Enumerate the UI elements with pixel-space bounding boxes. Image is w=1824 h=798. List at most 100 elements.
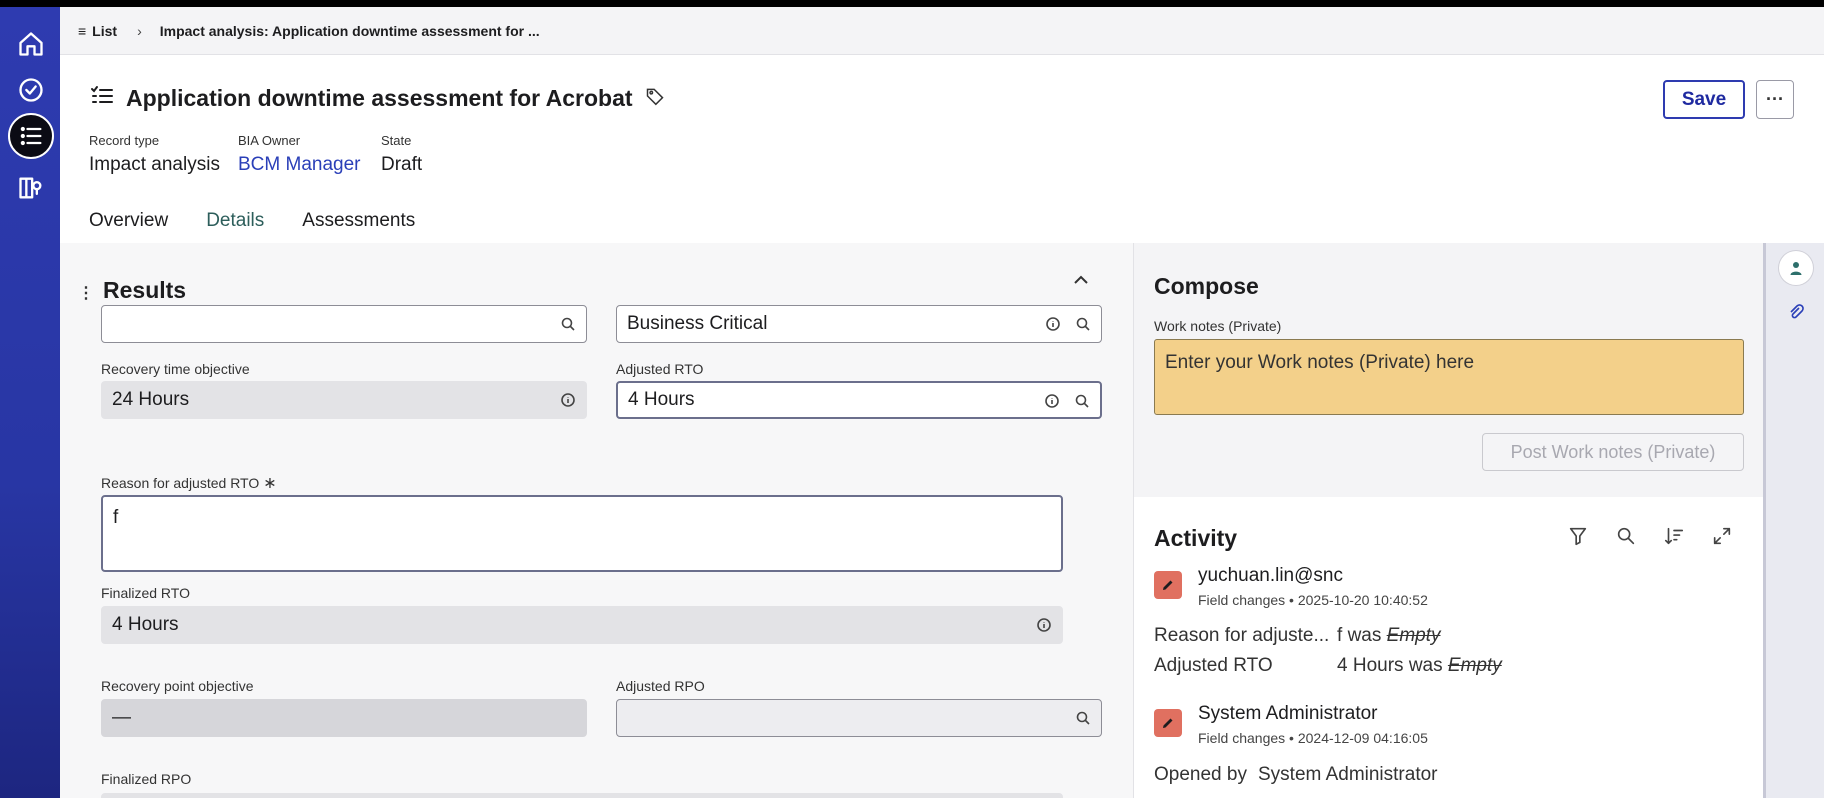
rpo-field: — xyxy=(101,699,587,737)
state-meta: State Draft xyxy=(381,133,422,176)
user-icon[interactable] xyxy=(1779,251,1813,285)
check-circle-icon[interactable] xyxy=(8,67,54,113)
bia-owner-label: BIA Owner xyxy=(238,133,301,148)
change-value: 4 Hours was Empty xyxy=(1337,655,1502,677)
edit-pencil-icon xyxy=(1154,709,1182,737)
change-old-value: Empty xyxy=(1447,655,1502,676)
tab-overview[interactable]: Overview xyxy=(70,200,187,247)
adjusted-rpo-label: Adjusted RPO xyxy=(616,678,705,694)
rpo-label: Recovery point objective xyxy=(101,678,254,694)
change-was-word: was xyxy=(1347,625,1382,646)
app-frame: ≡ List › Impact analysis: Application do… xyxy=(0,7,1824,798)
chevron-up-icon[interactable] xyxy=(1072,273,1090,292)
activity-toolbar xyxy=(1567,525,1733,552)
change-was-word: was xyxy=(1408,655,1443,676)
bia-owner-link[interactable]: BCM Manager xyxy=(238,154,361,176)
sort-icon[interactable] xyxy=(1663,525,1685,552)
change-old-value: Empty xyxy=(1386,625,1441,646)
work-notes-textarea[interactable]: Enter your Work notes (Private) here xyxy=(1154,339,1744,415)
filter-icon[interactable] xyxy=(1567,525,1589,552)
search-icon[interactable] xyxy=(1074,393,1090,409)
record-type-label: Record type xyxy=(89,133,160,148)
home-icon[interactable] xyxy=(8,21,54,67)
activity-section: Activity yuchuan.lin@snc Field changes •… xyxy=(1134,497,1764,798)
finalized-rpo-label: Finalized RPO xyxy=(101,771,192,787)
info-icon[interactable] xyxy=(1045,316,1061,332)
expand-icon[interactable] xyxy=(1711,525,1733,552)
rto-label: Recovery time objective xyxy=(101,361,250,377)
compose-section: Compose Work notes (Private) Enter your … xyxy=(1134,243,1764,497)
adjusted-rto-label: Adjusted RTO xyxy=(616,361,704,377)
tab-assessments[interactable]: Assessments xyxy=(283,200,434,247)
activity-timestamp: 2024-12-09 04:16:05 xyxy=(1297,730,1428,746)
rpo-value: — xyxy=(112,707,131,728)
results-form: Business Critical Recovery time objectiv… xyxy=(101,305,1102,798)
chevron-right-icon: › xyxy=(137,22,142,39)
change-field-name: Reason for adjuste... xyxy=(1154,625,1330,646)
adjusted-rto-value: 4 Hours xyxy=(628,389,695,410)
finalized-rto-label: Finalized RTO xyxy=(101,585,190,601)
save-button[interactable]: Save xyxy=(1663,80,1745,119)
info-icon[interactable] xyxy=(1044,393,1060,409)
breadcrumb: ≡ List › Impact analysis: Application do… xyxy=(60,7,1824,55)
tab-details[interactable]: Details xyxy=(187,200,284,247)
results-header: ⋮ Results xyxy=(60,243,1133,309)
finalized-rto-value: 4 Hours xyxy=(112,614,179,635)
record-header: Application downtime assessment for Acro… xyxy=(60,55,1824,247)
adjusted-rpo-field[interactable] xyxy=(616,699,1102,737)
rto-value: 24 Hours xyxy=(112,389,190,410)
info-icon[interactable] xyxy=(1036,617,1052,633)
map-book-icon[interactable] xyxy=(8,165,54,211)
required-marker: ∗ xyxy=(263,475,277,492)
more-actions-button[interactable]: ··· xyxy=(1756,80,1794,119)
change-new-value: 4 Hours xyxy=(1337,655,1404,676)
search-icon[interactable] xyxy=(1075,710,1091,726)
search-icon[interactable] xyxy=(560,316,576,332)
left-nav-rail xyxy=(0,7,60,798)
finalized-rpo-field xyxy=(101,793,1063,798)
list-icon[interactable] xyxy=(8,113,54,159)
breadcrumb-current: Impact analysis: Application downtime as… xyxy=(159,22,540,39)
edit-pencil-icon xyxy=(1154,571,1182,599)
list-lines-icon: ≡ xyxy=(78,22,87,39)
bia-owner-meta: BIA Owner BCM Manager xyxy=(238,133,361,176)
change-field-name: Opened by xyxy=(1154,764,1247,785)
activity-timestamp: 2025-10-20 10:40:52 xyxy=(1297,592,1428,608)
change-new-value: f xyxy=(1337,625,1343,646)
record-type-value: Impact analysis xyxy=(89,154,220,175)
compose-title: Compose xyxy=(1154,273,1259,299)
utility-strip xyxy=(1763,243,1824,798)
reason-textarea[interactable]: f xyxy=(101,495,1063,572)
paperclip-icon[interactable] xyxy=(1779,295,1813,329)
section-title: Results xyxy=(103,277,187,303)
activity-type: Field changes xyxy=(1198,592,1286,608)
work-notes-label: Work notes (Private) xyxy=(1154,318,1282,334)
post-work-notes-button[interactable]: Post Work notes (Private) xyxy=(1482,433,1744,471)
record-type-meta: Record type Impact analysis xyxy=(89,133,220,176)
search-icon[interactable] xyxy=(1075,316,1091,332)
activity-title: Activity xyxy=(1154,525,1238,551)
search-icon[interactable] xyxy=(1615,525,1637,552)
activity-user[interactable]: yuchuan.lin@snc xyxy=(1198,565,1343,587)
adjusted-rto-field[interactable]: 4 Hours xyxy=(616,381,1102,419)
reason-label-text: Reason for adjusted RTO xyxy=(101,475,260,491)
change-row: Opened by System Administrator xyxy=(1154,764,1438,786)
change-row: Reason for adjuste... f was Empty xyxy=(1154,625,1441,647)
top-left-lookup-field[interactable] xyxy=(101,305,587,343)
drag-handle-icon[interactable]: ⋮ xyxy=(78,283,94,303)
activity-user[interactable]: System Administrator xyxy=(1198,703,1378,725)
breadcrumb-list-label: List xyxy=(92,22,118,39)
change-new-value: System Administrator xyxy=(1258,764,1438,785)
tag-icon[interactable] xyxy=(645,86,665,111)
info-icon[interactable] xyxy=(560,392,576,408)
rto-field: 24 Hours xyxy=(101,381,587,419)
breadcrumb-list-link[interactable]: ≡ List xyxy=(78,23,117,39)
activity-type: Field changes xyxy=(1198,730,1286,746)
finalized-rto-field: 4 Hours xyxy=(101,606,1063,644)
side-panel: Compose Work notes (Private) Enter your … xyxy=(1133,243,1764,798)
change-row: Adjusted RTO 4 Hours was Empty xyxy=(1154,655,1502,677)
criticality-field[interactable]: Business Critical xyxy=(616,305,1102,343)
change-field-name: Adjusted RTO xyxy=(1154,655,1273,676)
page-title: Application downtime assessment for Acro… xyxy=(126,85,633,111)
activity-meta: Field changes • 2025-10-20 10:40:52 xyxy=(1198,592,1428,608)
